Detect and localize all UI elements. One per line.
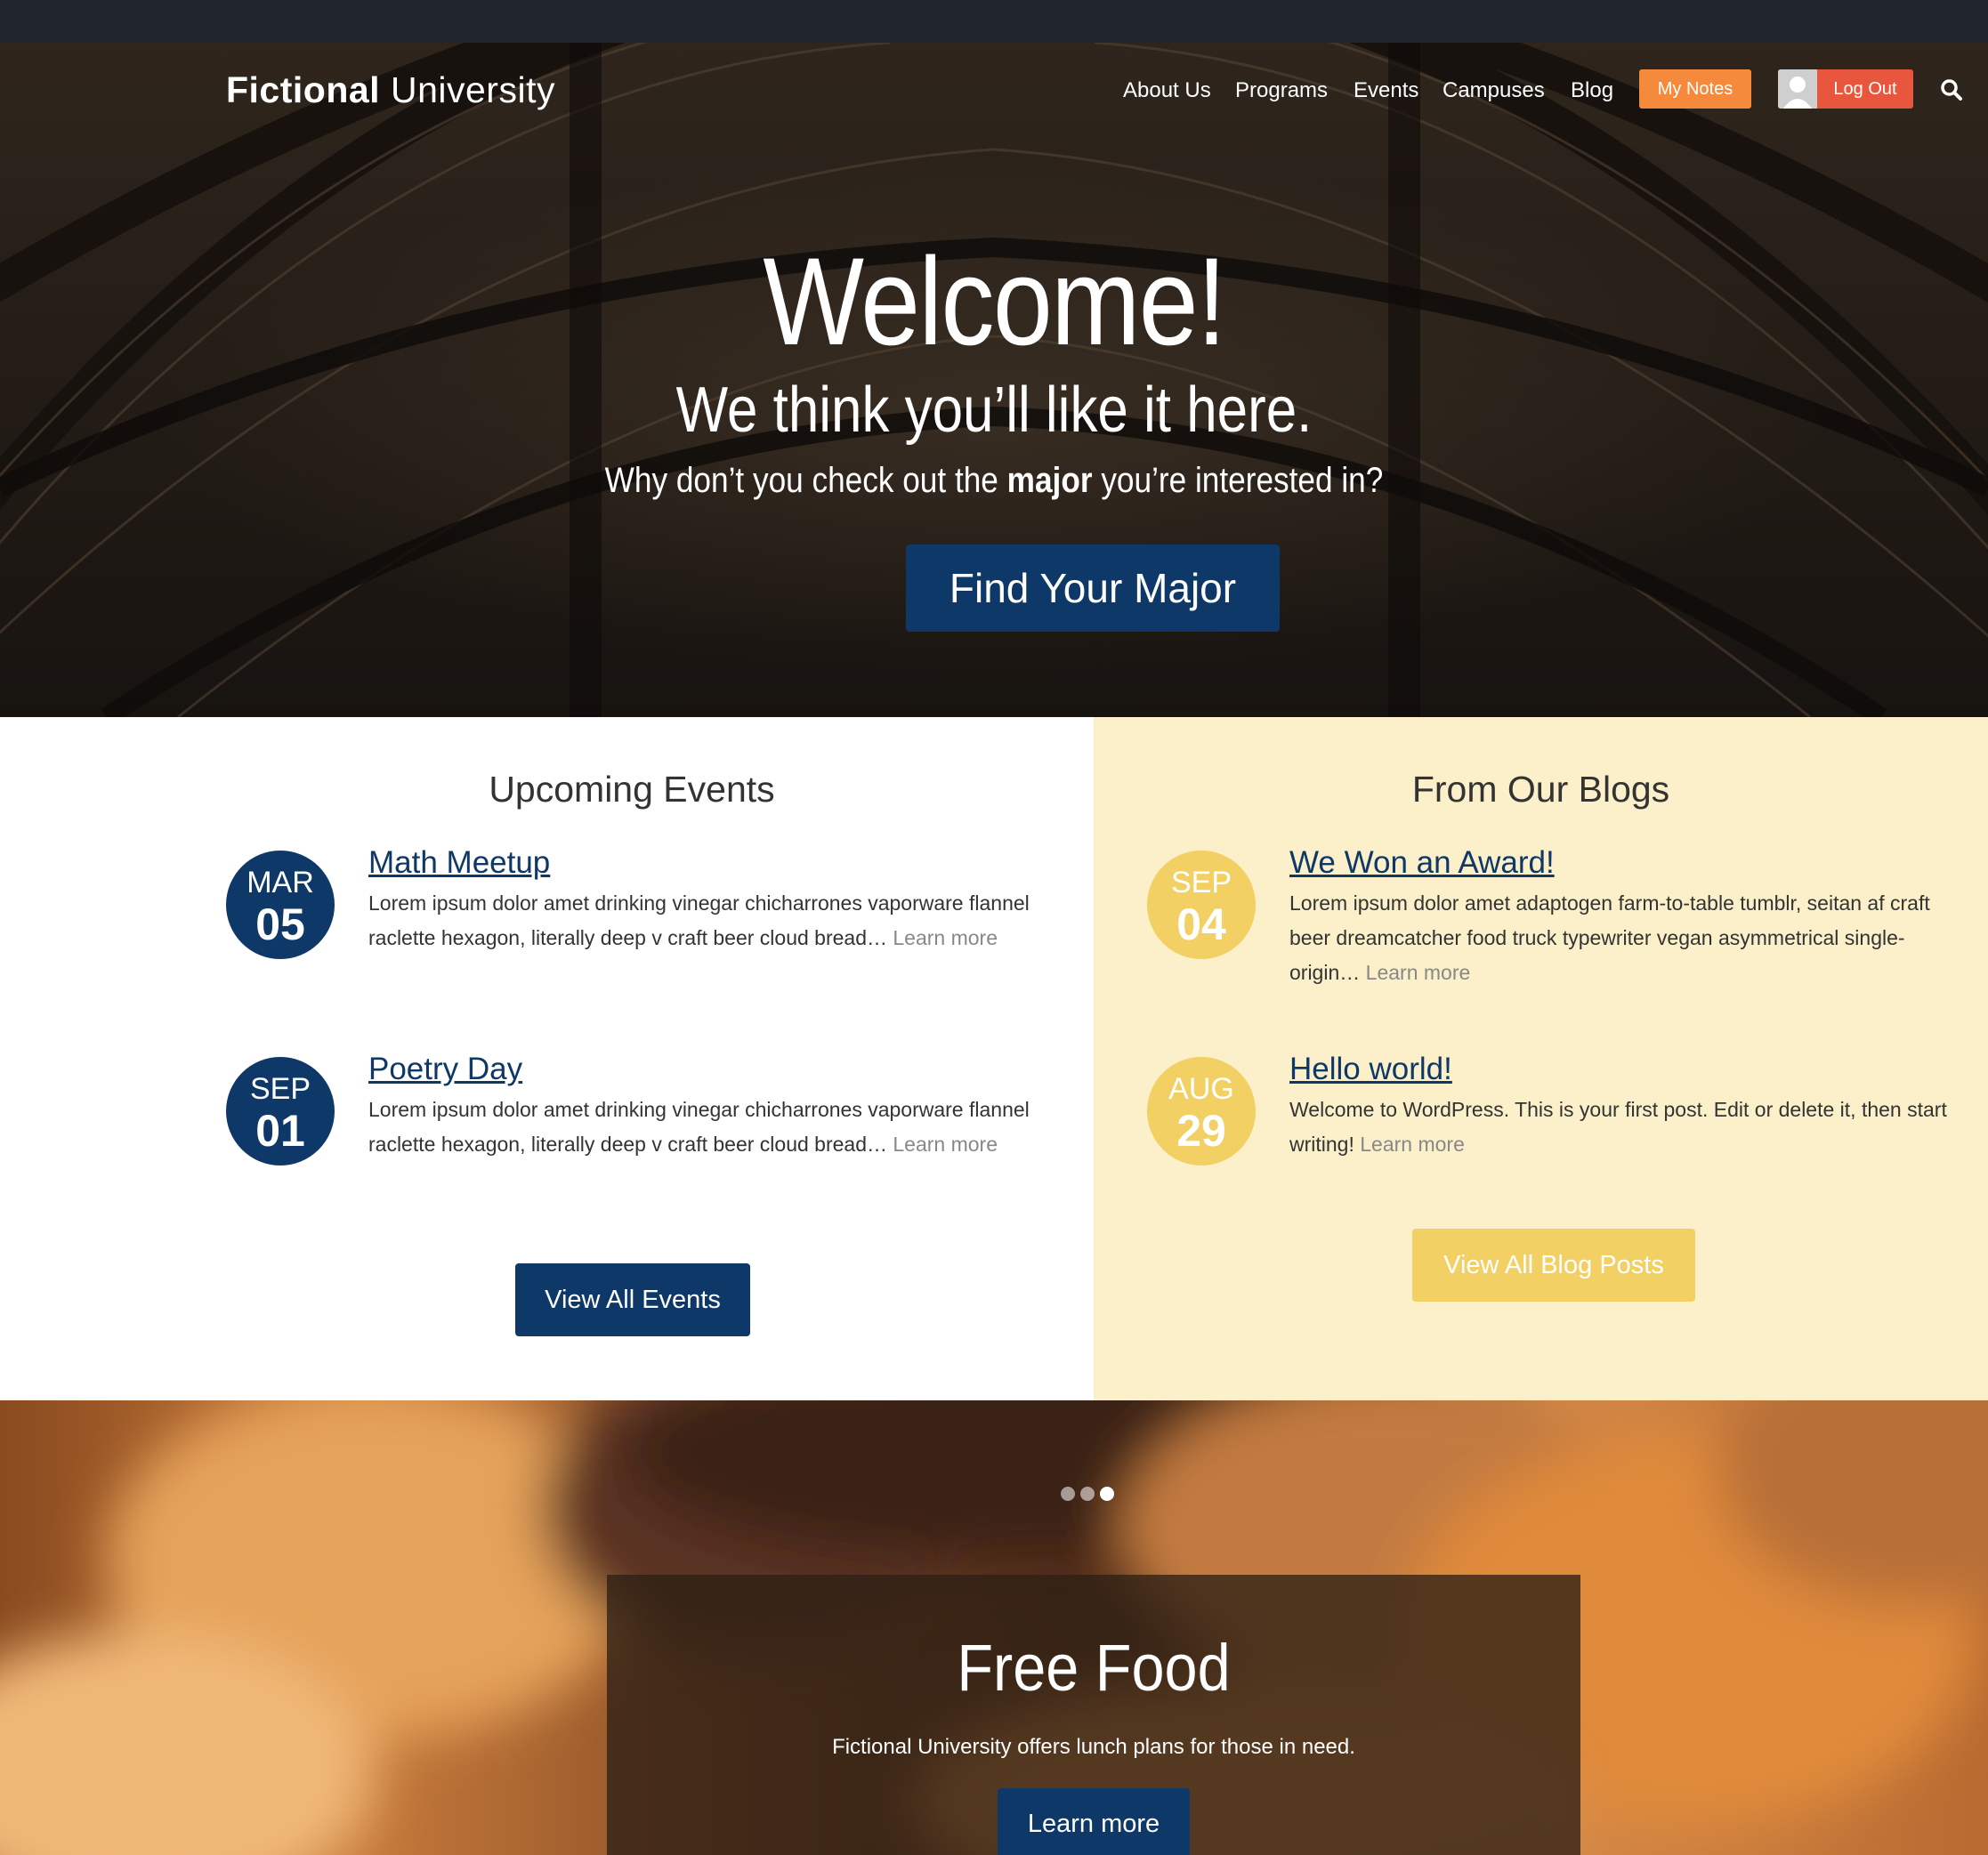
- hero-text-start: Why don’t you check out the: [604, 461, 1007, 500]
- slide-learn-more-button[interactable]: Learn more: [998, 1788, 1190, 1855]
- blog-learn-more-link[interactable]: Learn more: [1360, 1133, 1465, 1156]
- nav-campuses[interactable]: Campuses: [1443, 78, 1545, 103]
- event-item: MAR 05 Math Meetup Lorem ipsum dolor ame…: [226, 845, 1045, 1028]
- blog-learn-more-link[interactable]: Learn more: [1366, 961, 1471, 984]
- blog-month: AUG: [1168, 1072, 1234, 1106]
- log-out-label: Log Out: [1833, 78, 1897, 99]
- logo-bold-text: Fictional: [226, 69, 381, 110]
- blog-item: AUG 29 Hello world! Welcome to WordPress…: [1147, 1052, 1966, 1235]
- my-notes-button[interactable]: My Notes: [1639, 69, 1751, 109]
- slide-content-box: Free Food Fictional University offers lu…: [607, 1575, 1580, 1855]
- slider-dot[interactable]: [1080, 1487, 1095, 1501]
- slider-dot[interactable]: [1061, 1487, 1075, 1501]
- event-learn-more-link[interactable]: Learn more: [893, 926, 998, 949]
- blog-date-badge: SEP 04: [1147, 851, 1256, 959]
- blog-excerpt: Lorem ipsum dolor amet adaptogen farm-to…: [1289, 886, 1948, 990]
- site-logo[interactable]: Fictional University: [226, 69, 555, 111]
- event-date-badge: MAR 05: [226, 851, 335, 959]
- log-out-button[interactable]: Log Out: [1778, 69, 1913, 109]
- from-our-blogs-section: From Our Blogs SEP 04 We Won an Award! L…: [1094, 717, 1988, 1400]
- nav-blog[interactable]: Blog: [1571, 78, 1613, 103]
- event-excerpt: Lorem ipsum dolor amet drinking vinegar …: [368, 886, 1045, 956]
- hero-slider: Free Food Fictional University offers lu…: [0, 1400, 1988, 1855]
- slide-title: Free Food: [957, 1631, 1231, 1705]
- hero-heading: Welcome!: [763, 231, 1226, 371]
- user-avatar-icon: [1778, 69, 1817, 109]
- hero-text: Why don’t you check out the major you’re…: [119, 461, 1869, 501]
- top-bar: [0, 0, 1988, 43]
- blog-title-link[interactable]: We Won an Award!: [1289, 845, 1555, 881]
- blog-date-badge: AUG 29: [1147, 1057, 1256, 1165]
- event-month: MAR: [246, 866, 314, 899]
- blog-excerpt: Welcome to WordPress. This is your first…: [1289, 1093, 1948, 1162]
- nav-events[interactable]: Events: [1354, 78, 1418, 103]
- event-month: SEP: [249, 1072, 311, 1106]
- hero-text-bold: major: [1006, 461, 1093, 500]
- nav-about-us[interactable]: About Us: [1123, 78, 1211, 103]
- event-day: 05: [255, 899, 305, 949]
- blog-title-link[interactable]: Hello world!: [1289, 1052, 1452, 1087]
- hero-subheading: We think you’ll like it here.: [675, 375, 1313, 446]
- view-all-blog-posts-button[interactable]: View All Blog Posts: [1412, 1229, 1695, 1302]
- find-your-major-button[interactable]: Find Your Major: [906, 544, 1280, 632]
- slide-text: Fictional University offers lunch plans …: [832, 1735, 1355, 1759]
- event-item: SEP 01 Poetry Day Lorem ipsum dolor amet…: [226, 1052, 1045, 1235]
- blog-day: 29: [1176, 1106, 1226, 1156]
- events-heading: Upcoming Events: [489, 769, 775, 810]
- event-excerpt: Lorem ipsum dolor amet drinking vinegar …: [368, 1093, 1045, 1162]
- blogs-heading: From Our Blogs: [1411, 769, 1670, 810]
- event-title-link[interactable]: Poetry Day: [368, 1052, 522, 1087]
- view-all-events-button[interactable]: View All Events: [515, 1263, 750, 1336]
- logo-light-text: University: [390, 69, 555, 110]
- hero-section: Fictional University About Us Programs E…: [0, 43, 1988, 717]
- slider-dot-active[interactable]: [1100, 1487, 1114, 1501]
- search-icon[interactable]: [1940, 78, 1963, 101]
- event-learn-more-link[interactable]: Learn more: [893, 1133, 998, 1156]
- upcoming-events-section: Upcoming Events MAR 05 Math Meetup Lorem…: [0, 717, 1094, 1400]
- blog-day: 04: [1176, 899, 1226, 949]
- nav-programs[interactable]: Programs: [1235, 78, 1328, 103]
- slider-dots: [1061, 1487, 1114, 1503]
- blog-month: SEP: [1170, 866, 1232, 899]
- blog-item: SEP 04 We Won an Award! Lorem ipsum dolo…: [1147, 845, 1966, 1028]
- event-title-link[interactable]: Math Meetup: [368, 845, 550, 881]
- hero-text-end: you’re interested in?: [1092, 461, 1384, 500]
- event-date-badge: SEP 01: [226, 1057, 335, 1165]
- event-day: 01: [255, 1106, 305, 1156]
